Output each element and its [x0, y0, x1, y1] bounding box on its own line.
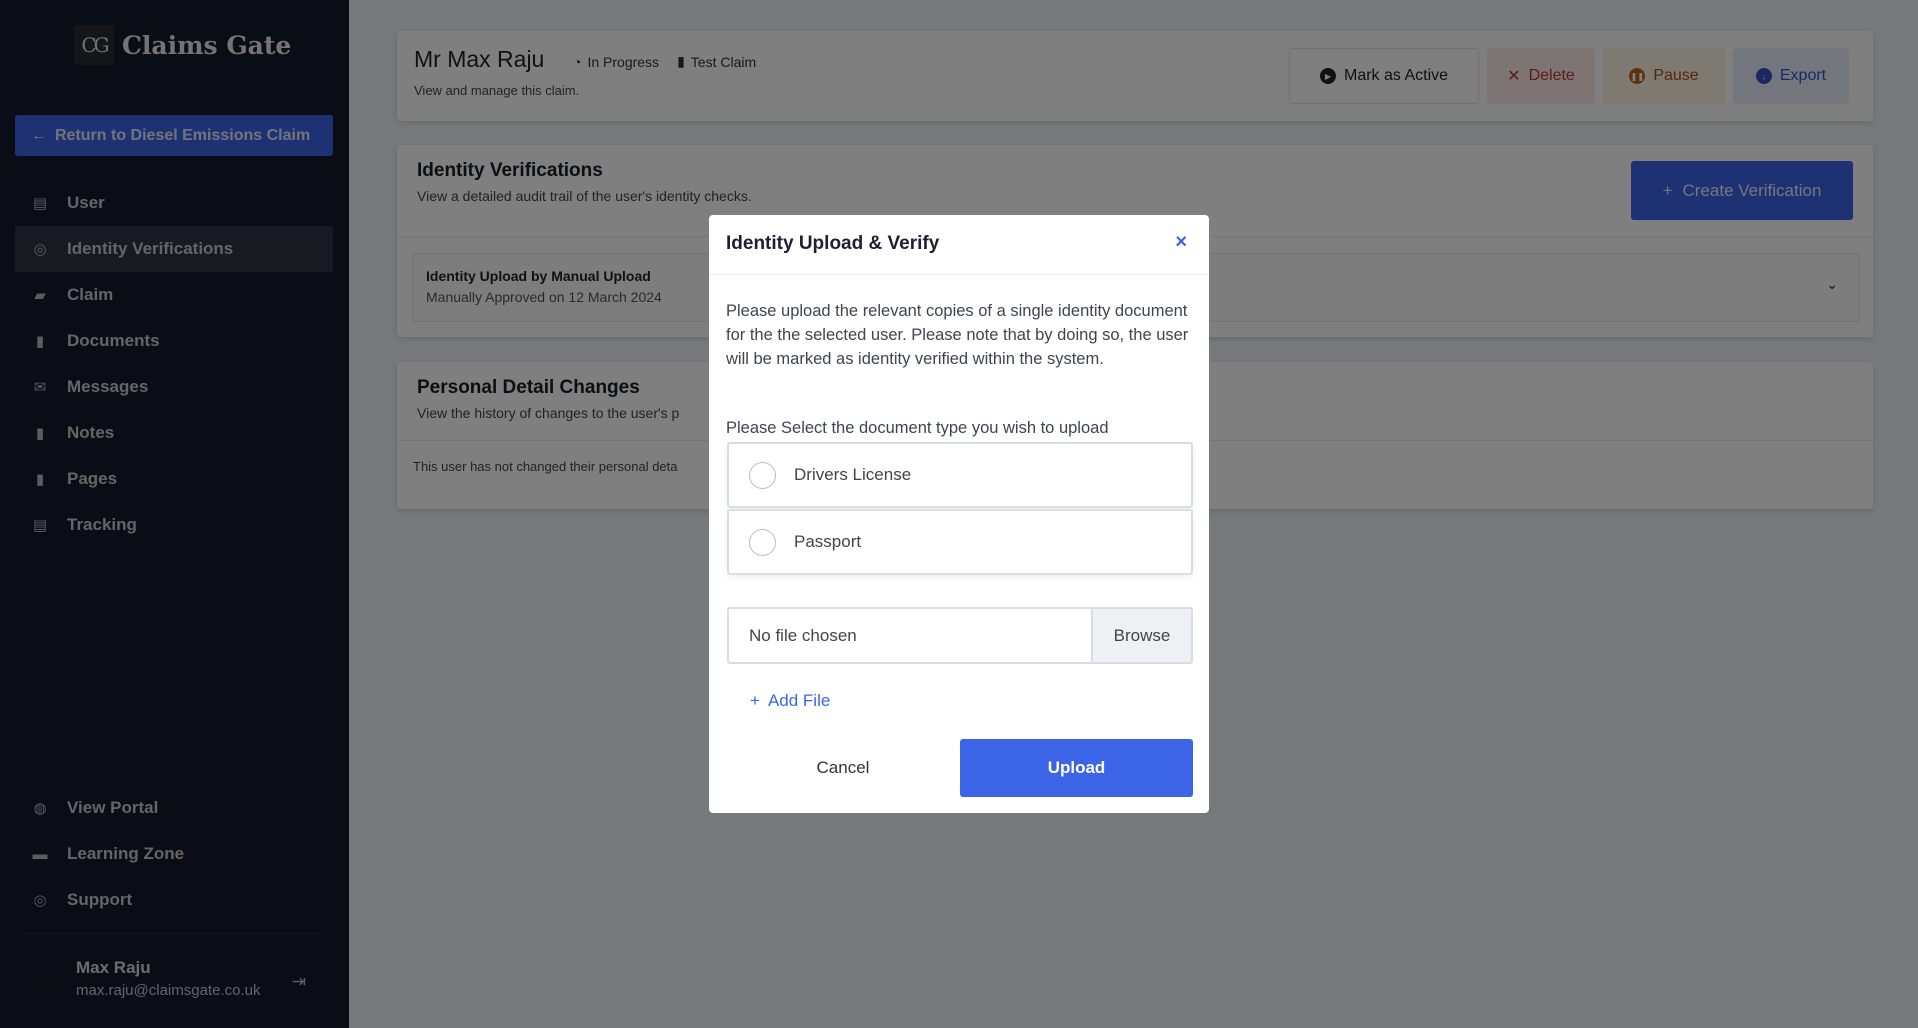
modal-title: Identity Upload & Verify	[726, 233, 940, 254]
file-name-display[interactable]: No file chosen	[729, 609, 1091, 662]
upload-button[interactable]: Upload	[960, 739, 1193, 797]
add-file-label: Add File	[767, 691, 831, 710]
option-passport[interactable]: Passport	[727, 509, 1193, 575]
cancel-button[interactable]: Cancel	[727, 739, 959, 797]
option-label: Drivers License	[794, 465, 912, 484]
browse-button[interactable]: Browse	[1091, 609, 1191, 662]
radio-button[interactable]	[749, 528, 776, 556]
modal-header: Identity Upload & Verify ×	[709, 215, 1209, 275]
identity-upload-modal: Identity Upload & Verify × Please upload…	[709, 215, 1209, 813]
radio-button[interactable]	[749, 461, 776, 489]
modal-description: Please upload the relevant copies of a s…	[726, 302, 1189, 368]
option-label: Passport	[794, 532, 862, 551]
document-type-prompt: Please Select the document type you wish…	[726, 419, 1109, 437]
option-drivers-license[interactable]: Drivers License	[727, 442, 1193, 508]
plus-icon: +	[750, 691, 760, 710]
file-input[interactable]: No file chosen Browse	[727, 607, 1193, 664]
add-file-button[interactable]: + Add File	[750, 691, 830, 711]
close-icon[interactable]: ×	[1175, 231, 1187, 254]
